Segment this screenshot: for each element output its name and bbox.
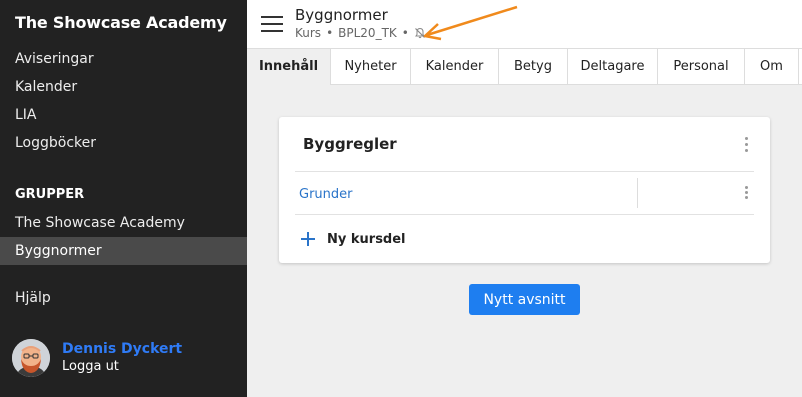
meta-separator: • <box>326 26 334 40</box>
section-menu-icon[interactable] <box>745 137 749 153</box>
page-header: Byggnormer Kurs • BPL20_TK • <box>247 0 802 48</box>
sidebar: The Showcase Academy Aviseringar Kalende… <box>0 0 247 397</box>
sidebar-group-byggnormer[interactable]: Byggnormer <box>0 237 247 265</box>
sidebar-item-lia[interactable]: LIA <box>0 101 247 129</box>
add-course-part-button[interactable]: Ny kursdel <box>301 229 406 249</box>
avatar-portrait-icon <box>12 339 50 377</box>
course-part-link[interactable]: Grunder <box>299 187 353 202</box>
user-name[interactable]: Dennis Dyckert <box>62 341 182 357</box>
sidebar-item-help[interactable]: Hjälp <box>0 284 247 312</box>
tab-betyg[interactable]: Betyg <box>499 49 568 85</box>
course-section-card: Byggregler Grunder Ny kursdel <box>279 117 770 263</box>
add-course-part-label: Ny kursdel <box>327 231 406 247</box>
divider <box>295 214 754 215</box>
groups-heading: GRUPPER <box>15 187 85 202</box>
sidebar-item-loggbocker[interactable]: Loggböcker <box>0 129 247 157</box>
user-profile: Dennis Dyckert Logga ut <box>12 339 232 379</box>
part-menu-icon[interactable] <box>745 186 749 202</box>
tab-om[interactable]: Om <box>745 49 799 85</box>
plus-icon <box>301 232 315 246</box>
annotation-arrow-icon <box>423 5 518 41</box>
tab-personal[interactable]: Personal <box>658 49 745 85</box>
course-type: Kurs <box>295 26 322 40</box>
tab-deltagare[interactable]: Deltagare <box>568 49 658 85</box>
tab-nyheter[interactable]: Nyheter <box>331 49 411 85</box>
course-meta: Kurs • BPL20_TK • <box>295 26 426 40</box>
new-section-button[interactable]: Nytt avsnitt <box>469 284 580 315</box>
logout-link[interactable]: Logga ut <box>62 359 119 374</box>
sidebar-group-showcase-academy[interactable]: The Showcase Academy <box>0 209 247 237</box>
tab-innehall[interactable]: Innehåll <box>247 49 331 85</box>
divider <box>637 178 638 208</box>
meta-separator: • <box>401 26 409 40</box>
avatar[interactable] <box>12 339 50 377</box>
menu-icon[interactable] <box>261 16 283 32</box>
section-title: Byggregler <box>303 135 397 153</box>
sidebar-item-kalender[interactable]: Kalender <box>0 73 247 101</box>
sidebar-item-aviseringar[interactable]: Aviseringar <box>0 45 247 73</box>
tab-kalender[interactable]: Kalender <box>411 49 499 85</box>
course-tabs: Innehåll Nyheter Kalender Betyg Deltagar… <box>247 48 802 85</box>
course-code: BPL20_TK <box>338 26 397 40</box>
course-title: Byggnormer <box>295 6 388 24</box>
app-title[interactable]: The Showcase Academy <box>15 13 227 32</box>
divider <box>295 171 754 172</box>
